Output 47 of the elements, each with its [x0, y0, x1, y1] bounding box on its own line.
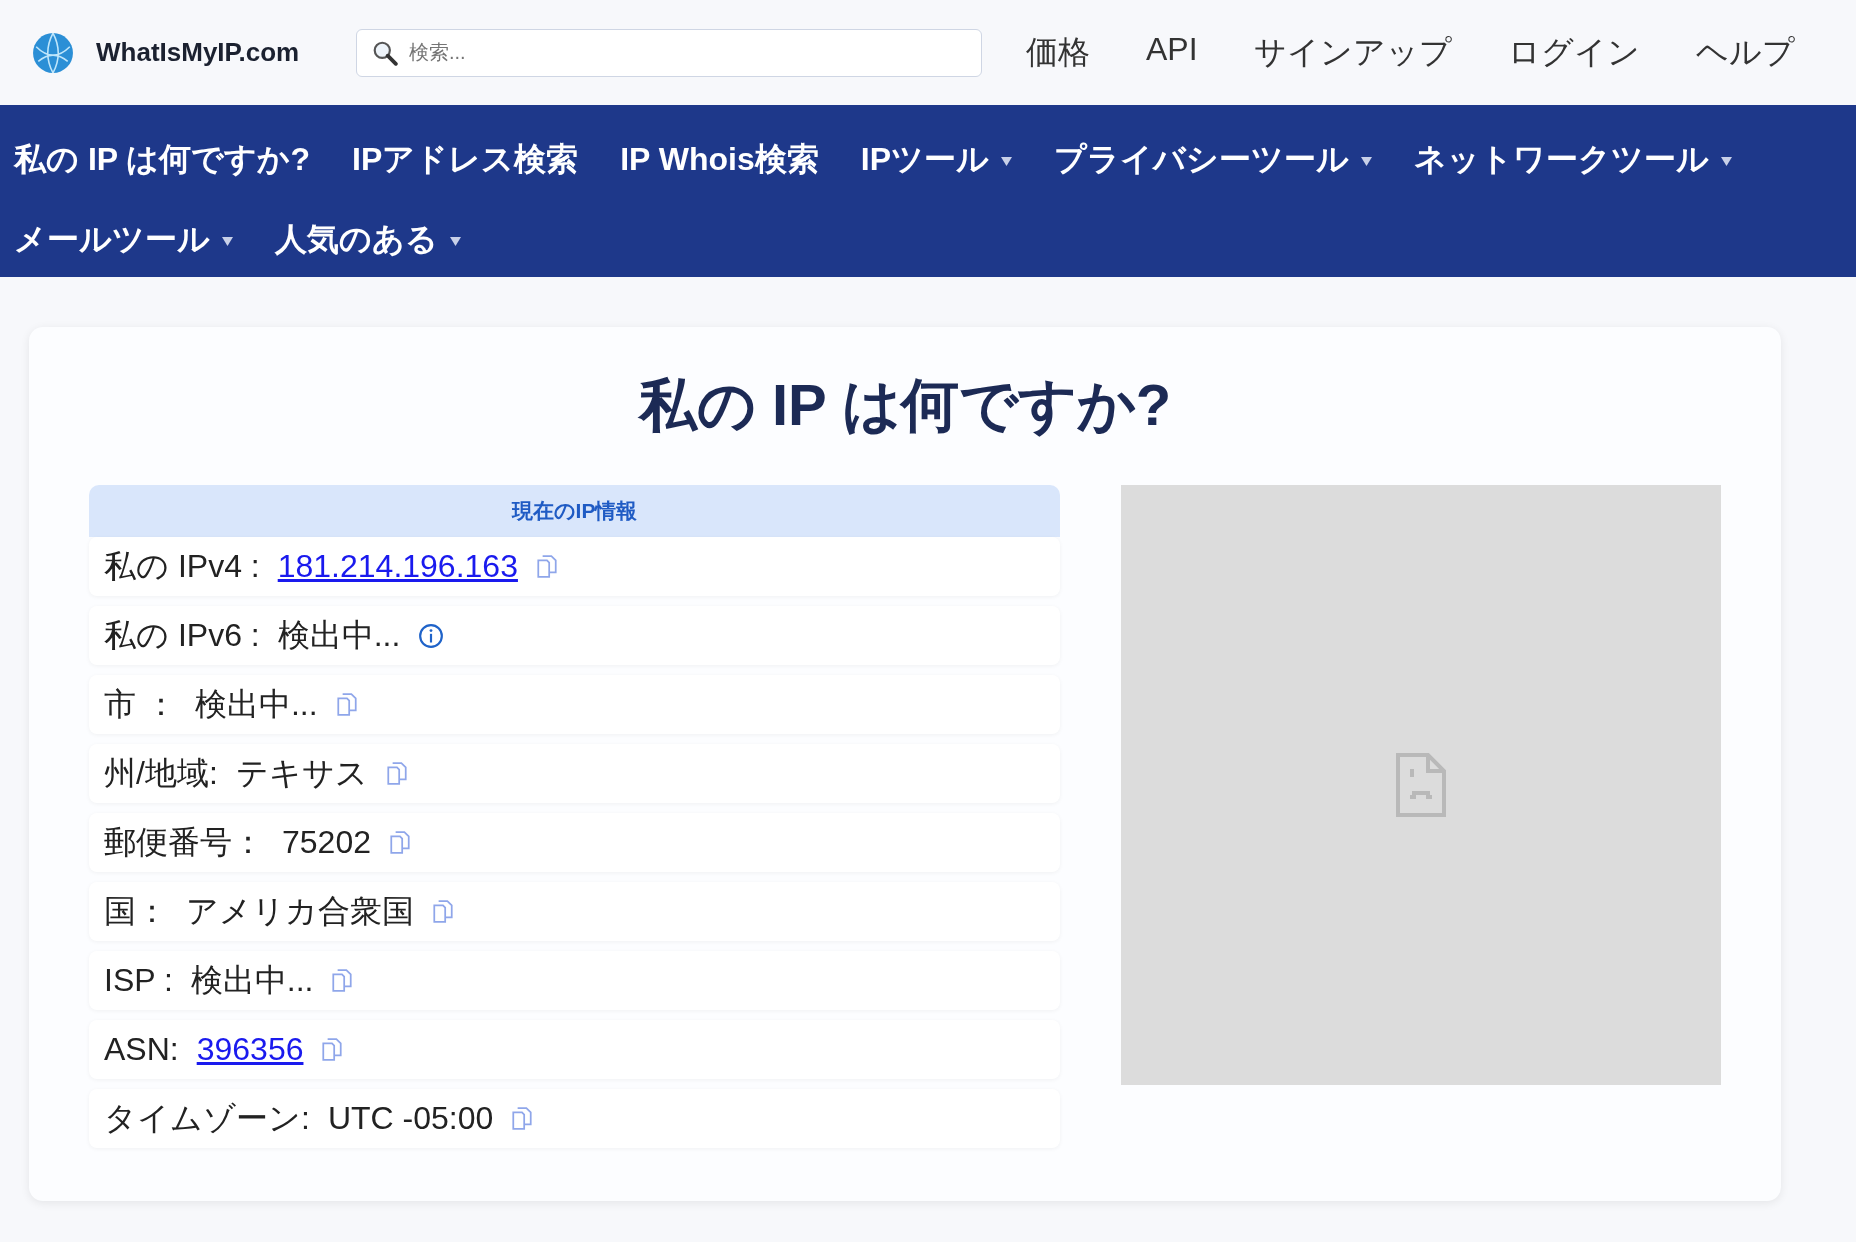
copy-icon[interactable] [389, 830, 411, 855]
copy-icon[interactable] [535, 554, 558, 579]
row-label: ISP : [104, 962, 173, 999]
row-label: 市 ： [104, 684, 177, 724]
copy-icon[interactable] [335, 692, 358, 717]
nav-item[interactable]: 人気のある [275, 199, 461, 279]
row-value: UTC -05:00 [327, 1100, 494, 1137]
nav-item[interactable]: 私の IP は何ですか? [14, 119, 310, 199]
header-link[interactable]: 価格 [1026, 30, 1090, 75]
globe-logo-icon[interactable] [32, 31, 74, 74]
row-label: 国： [104, 891, 168, 931]
row-label: 州/地域: [104, 753, 218, 793]
row-value: 検出中... [194, 684, 318, 724]
copy-icon[interactable] [385, 761, 408, 786]
row-label: タイムゾーン: [104, 1098, 310, 1138]
row-value: テキサス [235, 753, 368, 793]
nav-item[interactable]: IPアドレス検索 [352, 119, 579, 199]
header-link[interactable]: ログイン [1507, 30, 1640, 75]
row-label: 私の IPv6 : [104, 615, 260, 655]
row-value: 75202 [282, 824, 371, 861]
header-link[interactable]: サインアップ [1253, 30, 1452, 75]
broken-image-icon [1396, 753, 1446, 817]
search-icon [372, 39, 398, 66]
page-title: 私の IP は何ですか? [637, 371, 1173, 439]
row-value: 検出中... [277, 615, 401, 655]
nav-item[interactable]: プライバシーツール [1054, 119, 1372, 199]
row-value: アメリカ合衆国 [186, 891, 414, 931]
copy-icon[interactable] [432, 899, 454, 924]
table-heading: 現在のIP情報 [89, 485, 1060, 537]
row-label: 私の IPv4 : [104, 546, 260, 586]
value-link[interactable]: 396356 [196, 1031, 304, 1068]
nav-item[interactable]: IP Whois検索 [620, 119, 819, 199]
nav-item[interactable]: メールツール [14, 199, 233, 279]
search-field[interactable]: 検索... [356, 28, 982, 77]
value-link[interactable]: 181.214.196.163 [277, 548, 518, 585]
header-link[interactable]: API [1146, 30, 1198, 75]
row-label: 郵便番号： [104, 822, 264, 862]
copy-icon[interactable] [331, 968, 354, 993]
header-link[interactable]: ヘルプ [1695, 30, 1795, 75]
info-icon[interactable] [418, 622, 445, 649]
copy-icon[interactable] [511, 1106, 534, 1131]
row-label: ASN: [104, 1031, 179, 1068]
site-name[interactable]: WhatIsMyIP.com [96, 37, 300, 68]
nav-item[interactable]: IPツール [860, 119, 1012, 199]
copy-icon[interactable] [321, 1037, 344, 1062]
nav-item[interactable]: ネットワークツール [1414, 119, 1732, 199]
row-value: 検出中... [190, 960, 314, 1000]
